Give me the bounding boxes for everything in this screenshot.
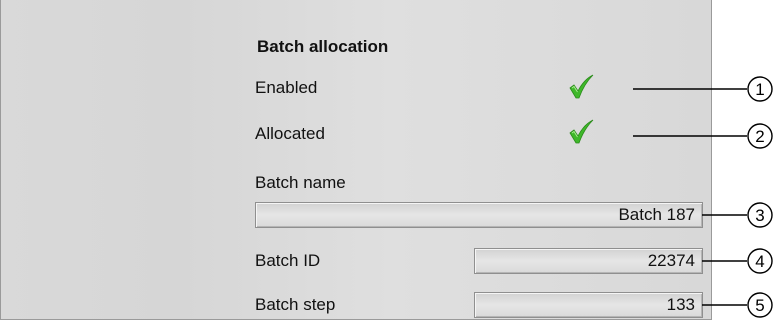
callout-number-5: 5 [755, 296, 764, 315]
callout-number-2: 2 [755, 127, 764, 146]
callout-5: 5 [702, 292, 773, 318]
callout-number-3: 3 [755, 206, 764, 225]
callout-layer: 1 2 3 4 5 [633, 76, 773, 318]
callout-number-4: 4 [755, 252, 764, 271]
callout-1: 1 [633, 76, 773, 102]
callout-number-1: 1 [755, 80, 764, 99]
callout-3: 3 [702, 202, 773, 228]
callout-2: 2 [633, 123, 773, 149]
callout-4: 4 [702, 248, 773, 274]
